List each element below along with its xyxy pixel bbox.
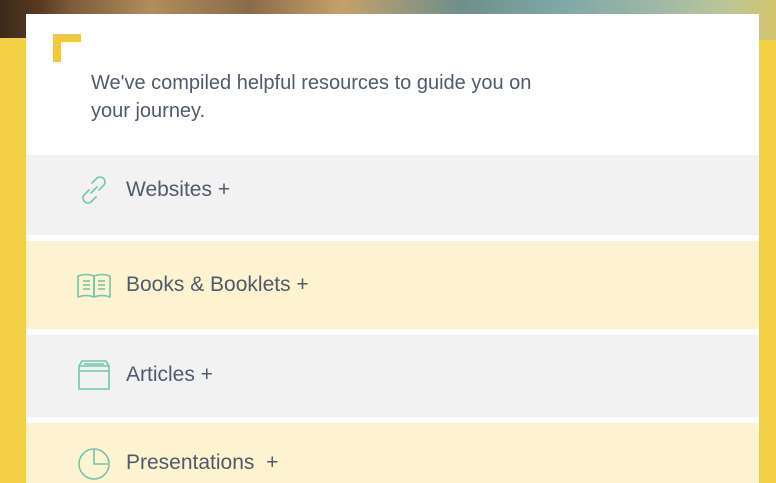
resource-item-websites[interactable]: Websites + — [26, 155, 759, 235]
book-icon — [76, 267, 112, 303]
resource-label-books: Books & Booklets + — [126, 273, 309, 296]
background-yellow-right — [758, 40, 776, 483]
corner-accent — [53, 34, 81, 62]
resource-label-presentations: Presentations + — [126, 451, 279, 474]
resource-label-articles: Articles + — [126, 363, 213, 386]
resource-list: Websites + Books & Booklets + Articles +… — [26, 155, 759, 483]
resource-item-presentations[interactable]: Presentations + — [26, 423, 759, 483]
link-icon — [76, 172, 112, 208]
background-yellow-left — [0, 38, 26, 483]
resource-label-websites: Websites + — [126, 178, 231, 201]
folder-icon — [76, 357, 112, 393]
pie-chart-icon — [76, 445, 112, 481]
resources-card: We've compiled helpful resources to guid… — [26, 14, 759, 483]
resource-item-books[interactable]: Books & Booklets + — [26, 241, 759, 329]
resource-item-articles[interactable]: Articles + — [26, 335, 759, 417]
intro-text: We've compiled helpful resources to guid… — [91, 72, 532, 122]
